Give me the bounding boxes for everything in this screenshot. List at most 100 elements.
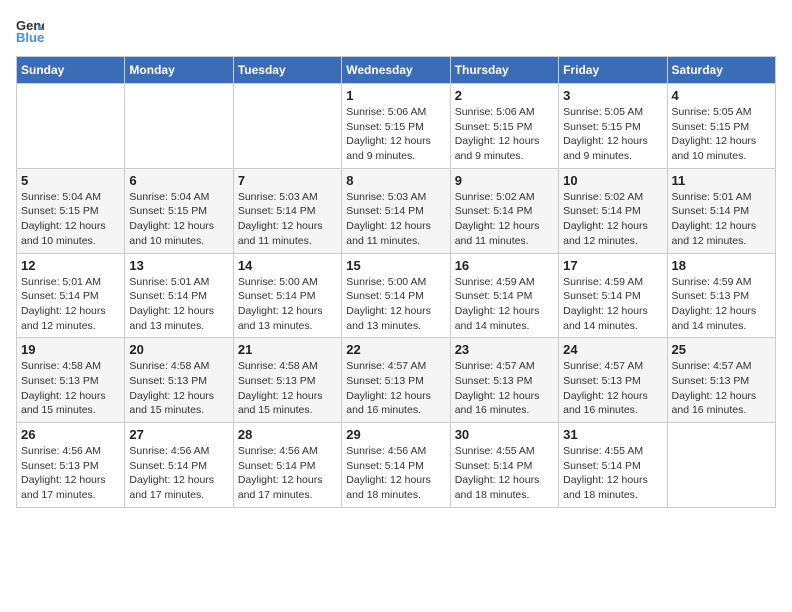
calendar-cell <box>233 84 341 169</box>
calendar-week-row: 5Sunrise: 5:04 AMSunset: 5:15 PMDaylight… <box>17 168 776 253</box>
day-number: 31 <box>563 427 662 442</box>
day-number: 14 <box>238 258 337 273</box>
calendar-cell: 7 Sunrise: 5:03 AMSunset: 5:14 PMDaylight… <box>233 168 341 253</box>
calendar-cell: 27 Sunrise: 4:56 AMSunset: 5:14 PMDayligh… <box>125 423 233 508</box>
day-number: 21 <box>238 342 337 357</box>
day-info: Sunrise: 4:59 AMSunset: 5:14 PMDaylight:… <box>563 275 662 334</box>
calendar-cell: 5Sunrise: 5:04 AMSunset: 5:15 PMDaylight… <box>17 168 125 253</box>
day-info: Sunrise: 4:56 AMSunset: 5:14 PMDaylight:… <box>238 444 337 503</box>
day-number: 30 <box>455 427 554 442</box>
day-number: 16 <box>455 258 554 273</box>
calendar-cell: 6 Sunrise: 5:04 AMSunset: 5:15 PMDaylight… <box>125 168 233 253</box>
day-info: Sunrise: 4:58 AMSunset: 5:13 PMDaylight:… <box>129 359 228 418</box>
calendar-cell: 26Sunrise: 4:56 AMSunset: 5:13 PMDayligh… <box>17 423 125 508</box>
weekday-header: Tuesday <box>233 57 341 84</box>
day-info: Sunrise: 5:05 AMSunset: 5:15 PMDaylight:… <box>672 105 771 164</box>
calendar-cell: 23 Sunrise: 4:57 AMSunset: 5:13 PMDayligh… <box>450 338 558 423</box>
calendar-table: SundayMondayTuesdayWednesdayThursdayFrid… <box>16 56 776 508</box>
day-number: 8 <box>346 173 445 188</box>
calendar-cell: 16 Sunrise: 4:59 AMSunset: 5:14 PMDayligh… <box>450 253 558 338</box>
header: General Blue <box>16 16 776 44</box>
day-info: Sunrise: 4:57 AMSunset: 5:13 PMDaylight:… <box>346 359 445 418</box>
day-info: Sunrise: 5:01 AMSunset: 5:14 PMDaylight:… <box>21 275 120 334</box>
day-number: 2 <box>455 88 554 103</box>
day-info: Sunrise: 4:58 AMSunset: 5:13 PMDaylight:… <box>238 359 337 418</box>
day-info: Sunrise: 4:57 AMSunset: 5:13 PMDaylight:… <box>563 359 662 418</box>
weekday-header: Saturday <box>667 57 775 84</box>
weekday-header: Sunday <box>17 57 125 84</box>
calendar-week-row: 19 Sunrise: 4:58 AMSunset: 5:13 PMDayligh… <box>17 338 776 423</box>
calendar-cell: 29Sunrise: 4:56 AMSunset: 5:14 PMDayligh… <box>342 423 450 508</box>
day-number: 20 <box>129 342 228 357</box>
day-number: 4 <box>672 88 771 103</box>
day-number: 13 <box>129 258 228 273</box>
day-number: 18 <box>672 258 771 273</box>
calendar-cell: 3Sunrise: 5:05 AMSunset: 5:15 PMDaylight… <box>559 84 667 169</box>
calendar-cell: 9Sunrise: 5:02 AMSunset: 5:14 PMDaylight… <box>450 168 558 253</box>
day-number: 7 <box>238 173 337 188</box>
day-number: 11 <box>672 173 771 188</box>
day-info: Sunrise: 5:03 AMSunset: 5:14 PMDaylight:… <box>238 190 337 249</box>
calendar-cell: 2Sunrise: 5:06 AMSunset: 5:15 PMDaylight… <box>450 84 558 169</box>
logo-icon: General Blue <box>16 16 44 44</box>
day-info: Sunrise: 5:04 AMSunset: 5:15 PMDaylight:… <box>129 190 228 249</box>
day-info: Sunrise: 4:55 AMSunset: 5:14 PMDaylight:… <box>455 444 554 503</box>
calendar-cell: 25 Sunrise: 4:57 AMSunset: 5:13 PMDayligh… <box>667 338 775 423</box>
day-number: 24 <box>563 342 662 357</box>
calendar-cell: 13 Sunrise: 5:01 AMSunset: 5:14 PMDayligh… <box>125 253 233 338</box>
day-number: 3 <box>563 88 662 103</box>
weekday-header: Monday <box>125 57 233 84</box>
calendar-cell: 19Sunrise: 4:58 AMSunset: 5:13 PMDayligh… <box>17 338 125 423</box>
day-number: 1 <box>346 88 445 103</box>
day-number: 17 <box>563 258 662 273</box>
day-number: 9 <box>455 173 554 188</box>
calendar-cell: 28 Sunrise: 4:56 AMSunset: 5:14 PMDayligh… <box>233 423 341 508</box>
logo: General Blue <box>16 16 48 44</box>
svg-text:Blue: Blue <box>16 30 44 44</box>
calendar-cell: 12Sunrise: 5:01 AMSunset: 5:14 PMDayligh… <box>17 253 125 338</box>
calendar-cell <box>17 84 125 169</box>
day-number: 26 <box>21 427 120 442</box>
day-number: 27 <box>129 427 228 442</box>
weekday-header: Friday <box>559 57 667 84</box>
day-number: 28 <box>238 427 337 442</box>
day-number: 19 <box>21 342 120 357</box>
day-info: Sunrise: 5:01 AMSunset: 5:14 PMDaylight:… <box>672 190 771 249</box>
calendar-cell: 24 Sunrise: 4:57 AMSunset: 5:13 PMDayligh… <box>559 338 667 423</box>
calendar-cell: 22 Sunrise: 4:57 AMSunset: 5:13 PMDayligh… <box>342 338 450 423</box>
weekday-header: Wednesday <box>342 57 450 84</box>
day-info: Sunrise: 4:55 AMSunset: 5:14 PMDaylight:… <box>563 444 662 503</box>
day-number: 6 <box>129 173 228 188</box>
day-info: Sunrise: 4:56 AMSunset: 5:14 PMDaylight:… <box>346 444 445 503</box>
day-info: Sunrise: 5:01 AMSunset: 5:14 PMDaylight:… <box>129 275 228 334</box>
calendar-cell: 8 Sunrise: 5:03 AMSunset: 5:14 PMDaylight… <box>342 168 450 253</box>
calendar-cell: 4 Sunrise: 5:05 AMSunset: 5:15 PMDaylight… <box>667 84 775 169</box>
day-info: Sunrise: 5:00 AMSunset: 5:14 PMDaylight:… <box>238 275 337 334</box>
day-info: Sunrise: 5:02 AMSunset: 5:14 PMDaylight:… <box>563 190 662 249</box>
day-info: Sunrise: 5:00 AMSunset: 5:14 PMDaylight:… <box>346 275 445 334</box>
calendar-cell: 21 Sunrise: 4:58 AMSunset: 5:13 PMDayligh… <box>233 338 341 423</box>
calendar-cell: 11 Sunrise: 5:01 AMSunset: 5:14 PMDayligh… <box>667 168 775 253</box>
day-number: 15 <box>346 258 445 273</box>
calendar-cell: 31 Sunrise: 4:55 AMSunset: 5:14 PMDayligh… <box>559 423 667 508</box>
calendar-cell: 1 Sunrise: 5:06 AMSunset: 5:15 PMDaylight… <box>342 84 450 169</box>
day-number: 22 <box>346 342 445 357</box>
day-info: Sunrise: 4:59 AMSunset: 5:13 PMDaylight:… <box>672 275 771 334</box>
calendar-cell <box>125 84 233 169</box>
calendar-cell: 20 Sunrise: 4:58 AMSunset: 5:13 PMDayligh… <box>125 338 233 423</box>
day-info: Sunrise: 4:59 AMSunset: 5:14 PMDaylight:… <box>455 275 554 334</box>
calendar-cell: 10Sunrise: 5:02 AMSunset: 5:14 PMDayligh… <box>559 168 667 253</box>
day-info: Sunrise: 4:57 AMSunset: 5:13 PMDaylight:… <box>672 359 771 418</box>
day-info: Sunrise: 4:57 AMSunset: 5:13 PMDaylight:… <box>455 359 554 418</box>
day-number: 23 <box>455 342 554 357</box>
day-info: Sunrise: 5:03 AMSunset: 5:14 PMDaylight:… <box>346 190 445 249</box>
calendar-cell: 15 Sunrise: 5:00 AMSunset: 5:14 PMDayligh… <box>342 253 450 338</box>
day-info: Sunrise: 5:06 AMSunset: 5:15 PMDaylight:… <box>346 105 445 164</box>
calendar-cell: 14 Sunrise: 5:00 AMSunset: 5:14 PMDayligh… <box>233 253 341 338</box>
day-info: Sunrise: 4:56 AMSunset: 5:14 PMDaylight:… <box>129 444 228 503</box>
weekday-header: Thursday <box>450 57 558 84</box>
calendar-header-row: SundayMondayTuesdayWednesdayThursdayFrid… <box>17 57 776 84</box>
calendar-cell <box>667 423 775 508</box>
day-number: 25 <box>672 342 771 357</box>
calendar-week-row: 12Sunrise: 5:01 AMSunset: 5:14 PMDayligh… <box>17 253 776 338</box>
